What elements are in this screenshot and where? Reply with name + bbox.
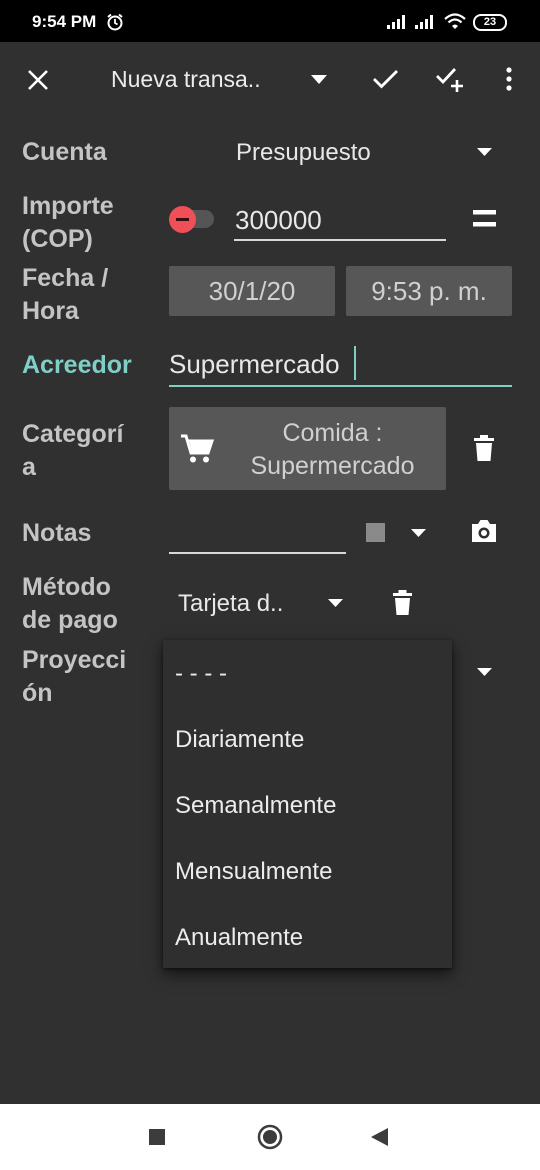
system-navigation-bar [0, 1104, 540, 1170]
alarm-icon [107, 13, 123, 31]
metodo-pago-delete-icon[interactable] [393, 590, 412, 615]
categoria-delete-icon[interactable] [474, 435, 494, 461]
back-triangle-icon[interactable] [371, 1128, 388, 1146]
acreedor-underline [169, 385, 512, 387]
categoria-label-line1: Categorí [22, 420, 124, 448]
acreedor-label: Acreedor [22, 351, 132, 379]
categoria-value-line1: Comida : [282, 419, 383, 447]
check-add-icon[interactable] [436, 66, 466, 94]
wifi-icon [444, 13, 466, 29]
sign-toggle-minus-icon[interactable] [169, 206, 196, 233]
more-vert-icon[interactable] [506, 67, 512, 91]
status-bar: 9:54 PM 23 [0, 0, 540, 42]
toolbar-title[interactable]: Nueva transa.. [111, 66, 261, 93]
color-swatch[interactable] [366, 523, 385, 542]
metodo-pago-label-line1: Método [22, 573, 111, 601]
fecha-label-line2: Hora [22, 297, 79, 325]
time-button[interactable]: 9:53 p. m. [346, 266, 512, 316]
cuenta-select[interactable]: Presupuesto [236, 139, 371, 167]
dropdown-arrow-icon[interactable] [311, 75, 327, 84]
dropdown-option-mensualmente[interactable]: Mensualmente [175, 858, 332, 886]
shopping-cart-icon [181, 434, 214, 463]
categoria-value-line2: Supermercado [250, 452, 415, 480]
toolbar: Nueva transa.. [0, 42, 540, 118]
camera-icon[interactable] [470, 518, 498, 544]
text-cursor [354, 346, 356, 380]
battery-level: 23 [483, 16, 497, 28]
metodo-pago-dropdown-arrow-icon[interactable] [328, 599, 343, 607]
notas-underline [169, 552, 346, 554]
dropdown-option-semanalmente[interactable]: Semanalmente [175, 792, 336, 820]
importe-label-line2: (COP) [22, 225, 93, 253]
close-icon[interactable] [27, 69, 49, 91]
recents-square-icon[interactable] [149, 1129, 165, 1145]
signal-icon [387, 15, 405, 29]
cuenta-dropdown-arrow-icon[interactable] [477, 148, 492, 156]
metodo-pago-label-line2: de pago [22, 606, 118, 634]
importe-input[interactable]: 300000 [235, 205, 322, 236]
color-dropdown-arrow-icon[interactable] [411, 529, 426, 537]
dropdown-option-anualmente[interactable]: Anualmente [175, 924, 303, 952]
categoria-label-line2: a [22, 453, 36, 481]
signal-icon [415, 15, 433, 29]
date-button[interactable]: 30/1/20 [169, 266, 335, 316]
cuenta-label: Cuenta [22, 138, 107, 166]
categoria-button[interactable]: Comida : Supermercado [169, 407, 446, 490]
dropdown-option-none[interactable]: - - - - [175, 660, 227, 688]
dropdown-option-diariamente[interactable]: Diariamente [175, 726, 304, 754]
importe-underline [234, 239, 446, 241]
fecha-label-line1: Fecha / [22, 264, 109, 292]
acreedor-input[interactable]: Supermercado [169, 349, 340, 380]
calculator-equals-icon[interactable] [473, 210, 496, 227]
check-icon[interactable] [372, 68, 399, 89]
battery-icon: 23 [473, 14, 507, 31]
importe-label-line1: Importe [22, 192, 114, 220]
proyeccion-label-line2: ón [22, 679, 53, 707]
proyeccion-dropdown-menu: - - - - Diariamente Semanalmente Mensual… [163, 640, 452, 968]
status-time: 9:54 PM [32, 12, 97, 31]
notas-label: Notas [22, 519, 92, 547]
proyeccion-label-line1: Proyecci [22, 646, 127, 674]
home-circle-icon[interactable] [257, 1124, 283, 1150]
metodo-pago-select[interactable]: Tarjeta d.. [178, 590, 283, 618]
proyeccion-dropdown-arrow-icon[interactable] [477, 668, 492, 676]
